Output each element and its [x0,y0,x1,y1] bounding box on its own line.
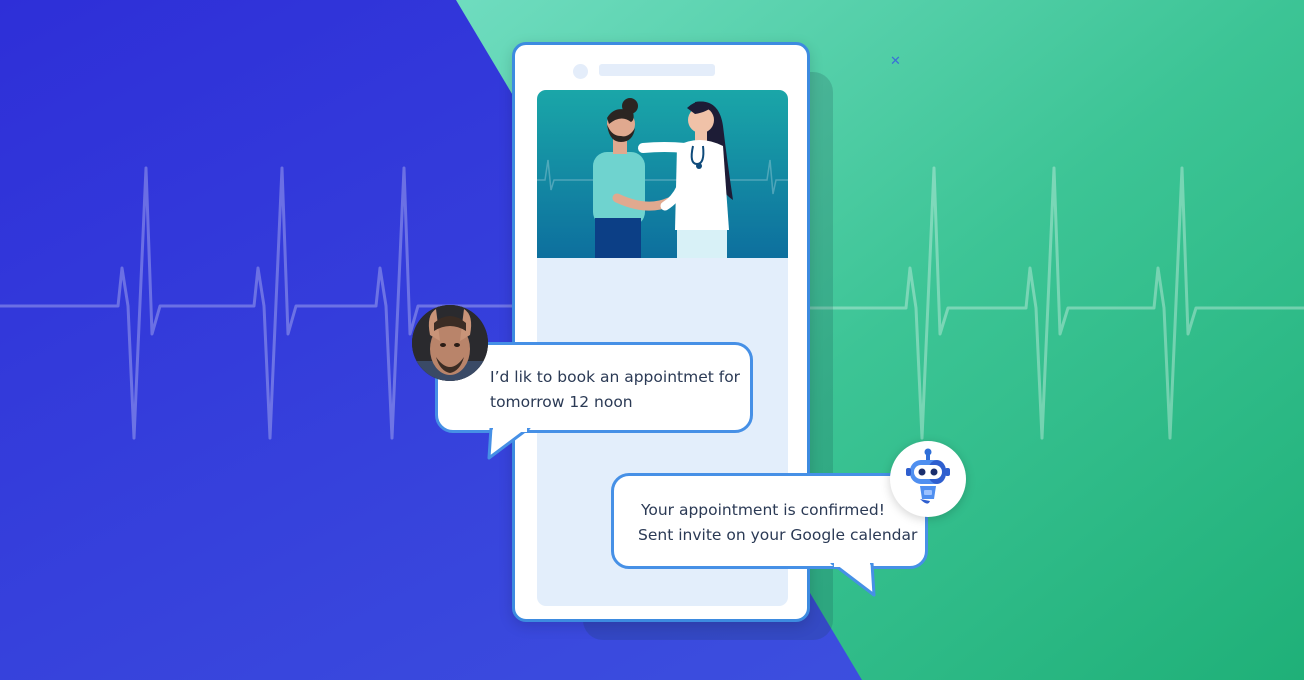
user-bubble-tail [487,428,531,460]
user-avatar [412,305,488,381]
bot-avatar [890,441,966,517]
user-message-line-2: tomorrow 12 noon [490,393,633,411]
phone-speaker [599,64,715,76]
user-message-line-1: I’d lik to book an appointmet for [490,368,741,386]
bot-bubble-tail [830,563,876,597]
bot-message-line-2: Sent invite on your Google calendar [638,526,918,544]
sparkle-icon: ✕ [890,54,901,69]
bot-message-bubble: Your appointment is confirmed! Sent invi… [611,473,928,569]
camera-icon [573,64,588,79]
scene: ✕ I’d lik to book an appointmet for tomo… [0,0,1304,680]
doctor-patient-illustration [537,90,788,258]
bot-message-line-1: Your appointment is confirmed! [640,501,885,519]
robot-icon [906,448,950,504]
